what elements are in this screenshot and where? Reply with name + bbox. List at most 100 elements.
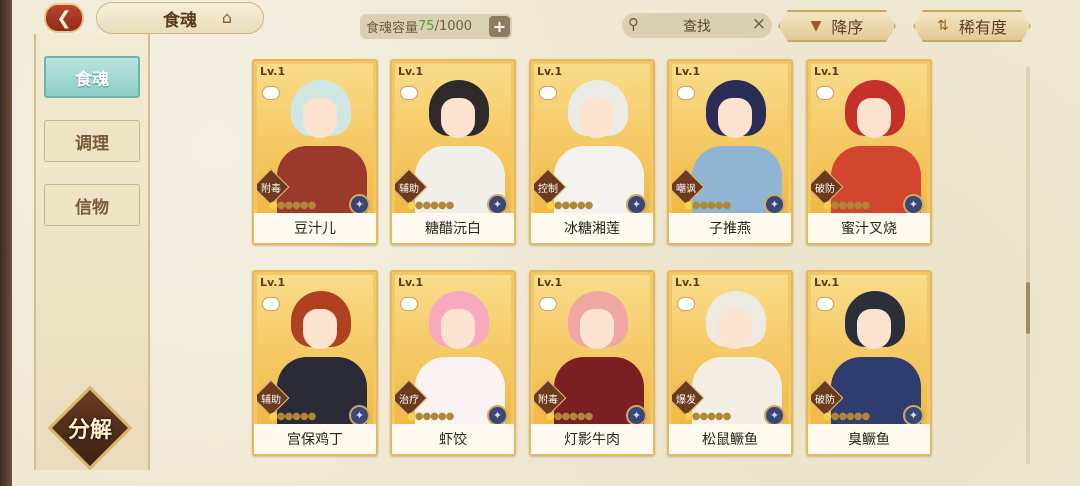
character-portrait: Lv.1 辅助 ●●●●●● ✦ (257, 275, 373, 425)
capacity-label: 食魂容量 (366, 21, 419, 36)
emblem-icon (262, 297, 280, 311)
search-icon: ⚲ (628, 15, 639, 33)
character-face (580, 98, 614, 138)
star-rating: ●●●●●● (407, 411, 454, 422)
sort-order-button[interactable]: ▼ 降序 (778, 10, 896, 42)
role-label: 破防 (815, 395, 835, 406)
screen-edge (0, 0, 12, 486)
food-soul-card[interactable]: Lv.1 治疗 ●●●●●● ✦ 虾饺 (390, 270, 516, 456)
star-rating: ●●●●●● (546, 200, 593, 211)
card-name: 宫保鸡丁 (254, 424, 376, 454)
card-level: Lv.1 (814, 65, 840, 78)
emblem-icon (816, 86, 834, 100)
card-level: Lv.1 (260, 65, 286, 78)
capacity-used: 75 (418, 19, 435, 34)
home-icon[interactable]: ⌂ (216, 8, 238, 28)
card-level: Lv.1 (675, 65, 701, 78)
role-label: 辅助 (399, 184, 419, 195)
food-soul-card[interactable]: Lv.1 辅助 ●●●●●● ✦ 糖醋沅白 (390, 59, 516, 245)
food-soul-card[interactable]: Lv.1 附毒 ●●●●●● ✦ 灯影牛肉 (529, 270, 655, 456)
character-portrait: Lv.1 破防 ●●●●●● ✦ (811, 64, 927, 214)
role-label: 附毒 (261, 184, 281, 195)
star-rating: ●●●●●● (684, 411, 731, 422)
gem-icon: ✦ (487, 194, 508, 214)
card-name: 冰糖湘莲 (531, 213, 653, 243)
scrollbar-thumb[interactable] (1026, 282, 1030, 334)
card-name: 灯影牛肉 (531, 424, 653, 454)
character-face (718, 98, 752, 138)
scrollbar-track[interactable] (1026, 66, 1030, 464)
role-label: 附毒 (538, 395, 558, 406)
role-label: 辅助 (261, 395, 281, 406)
add-capacity-button[interactable]: + (489, 16, 510, 37)
food-soul-card[interactable]: Lv.1 附毒 ●●●●●● ✦ 豆汁儿 (252, 59, 378, 245)
card-name: 糖醋沅白 (392, 213, 514, 243)
food-soul-card[interactable]: Lv.1 控制 ●●●●●● ✦ 冰糖湘莲 (529, 59, 655, 245)
capacity-total: /1000 (434, 19, 473, 34)
emblem-icon (400, 86, 418, 100)
card-level: Lv.1 (814, 276, 840, 289)
sidebar-item-conditioning[interactable]: 调理 (44, 120, 140, 162)
star-rating: ●●●●●● (823, 200, 870, 211)
emblem-icon (677, 86, 695, 100)
character-portrait: Lv.1 嘲讽 ●●●●●● ✦ (672, 64, 788, 214)
gem-icon: ✦ (349, 194, 370, 214)
search-placeholder: 查找 (683, 18, 711, 35)
role-label: 破防 (815, 184, 835, 195)
character-portrait: Lv.1 附毒 ●●●●●● ✦ (257, 64, 373, 214)
emblem-icon (262, 86, 280, 100)
search-input[interactable]: ⚲ 查找 × (622, 13, 772, 38)
sort-by-label: 稀有度 (958, 18, 1007, 37)
character-portrait: Lv.1 附毒 ●●●●●● ✦ (534, 275, 650, 425)
card-level: Lv.1 (675, 276, 701, 289)
character-portrait: Lv.1 破防 ●●●●●● ✦ (811, 275, 927, 425)
card-name: 松鼠鳜鱼 (669, 424, 791, 454)
card-name: 豆汁儿 (254, 213, 376, 243)
page-title: 食魂 (96, 2, 264, 34)
sidebar-item-food-soul[interactable]: 食魂 (44, 56, 140, 98)
star-rating: ●●●●●● (407, 200, 454, 211)
role-label: 治疗 (399, 395, 419, 406)
back-arrow-icon: ❮ (56, 7, 72, 29)
food-soul-card[interactable]: Lv.1 爆发 ●●●●●● ✦ 松鼠鳜鱼 (667, 270, 793, 456)
role-label: 爆发 (676, 395, 696, 406)
sort-by-button[interactable]: ⇅ 稀有度 (913, 10, 1031, 42)
gem-icon: ✦ (764, 405, 785, 425)
character-face (303, 309, 337, 349)
role-label: 嘲讽 (676, 184, 696, 195)
emblem-icon (539, 297, 557, 311)
star-rating: ●●●●●● (684, 200, 731, 211)
triangle-down-icon: ▼ (810, 18, 822, 34)
gem-icon: ✦ (487, 405, 508, 425)
character-face (580, 309, 614, 349)
emblem-icon (539, 86, 557, 100)
card-level: Lv.1 (260, 276, 286, 289)
card-level: Lv.1 (537, 65, 563, 78)
emblem-icon (677, 297, 695, 311)
emblem-icon (400, 297, 418, 311)
sidebar-item-tokens[interactable]: 信物 (44, 184, 140, 226)
food-soul-card[interactable]: Lv.1 辅助 ●●●●●● ✦ 宫保鸡丁 (252, 270, 378, 456)
food-soul-card[interactable]: Lv.1 破防 ●●●●●● ✦ 蜜汁叉烧 (806, 59, 932, 245)
character-face (718, 309, 752, 349)
gem-icon: ✦ (626, 405, 647, 425)
character-face (441, 309, 475, 349)
star-rating: ●●●●●● (546, 411, 593, 422)
card-level: Lv.1 (537, 276, 563, 289)
card-name: 蜜汁叉烧 (808, 213, 930, 243)
decompose-button[interactable]: 分解 (47, 385, 133, 471)
gem-icon: ✦ (764, 194, 785, 214)
card-name: 臭鳜鱼 (808, 424, 930, 454)
character-portrait: Lv.1 治疗 ●●●●●● ✦ (395, 275, 511, 425)
clear-search-button[interactable]: × (752, 14, 766, 34)
character-face (857, 98, 891, 138)
back-button[interactable]: ❮ (44, 3, 84, 33)
character-portrait: Lv.1 辅助 ●●●●●● ✦ (395, 64, 511, 214)
food-soul-card[interactable]: Lv.1 破防 ●●●●●● ✦ 臭鳜鱼 (806, 270, 932, 456)
gem-icon: ✦ (349, 405, 370, 425)
gem-icon: ✦ (903, 405, 924, 425)
decompose-label: 分解 (67, 417, 112, 443)
gem-icon: ✦ (903, 194, 924, 214)
food-soul-card[interactable]: Lv.1 嘲讽 ●●●●●● ✦ 子推燕 (667, 59, 793, 245)
card-name: 虾饺 (392, 424, 514, 454)
